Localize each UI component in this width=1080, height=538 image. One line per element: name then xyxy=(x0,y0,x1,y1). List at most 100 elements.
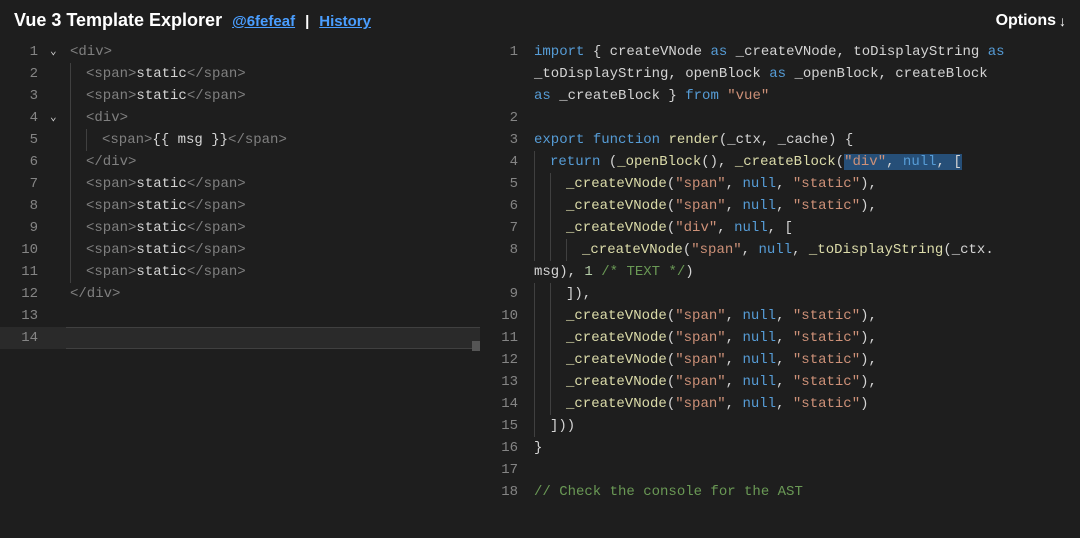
line-number: 2 xyxy=(480,107,530,129)
code-content[interactable]: as _createBlock } from "vue" xyxy=(530,85,1080,107)
code-content[interactable]: ]), xyxy=(530,283,1080,305)
code-line[interactable]: 14 _createVNode("span", null, "static") xyxy=(480,393,1080,415)
code-content[interactable]: _createVNode("span", null, "static"), xyxy=(530,371,1080,393)
code-content[interactable]: <span>static</span> xyxy=(66,195,480,217)
fold-icon xyxy=(50,261,66,283)
code-content[interactable]: msg), 1 /* TEXT */) xyxy=(530,261,1080,283)
fold-icon[interactable]: ⌄ xyxy=(50,41,66,63)
code-line[interactable]: 14 xyxy=(0,327,480,349)
line-number: 1 xyxy=(480,41,530,63)
line-number: 11 xyxy=(0,261,50,283)
line-number: 8 xyxy=(480,239,530,261)
code-line[interactable]: 1import { createVNode as _createVNode, t… xyxy=(480,41,1080,63)
commit-link[interactable]: @6fefeaf xyxy=(232,13,295,30)
code-line[interactable]: 2 xyxy=(480,107,1080,129)
code-line[interactable]: 7 <span>static</span> xyxy=(0,173,480,195)
code-line[interactable]: 2 <span>static</span> xyxy=(0,63,480,85)
line-number: 12 xyxy=(0,283,50,305)
code-line[interactable]: 4 return (_openBlock(), _createBlock("di… xyxy=(480,151,1080,173)
code-line[interactable]: 4⌄ <div> xyxy=(0,107,480,129)
code-content[interactable]: _createVNode("span", null, "static") xyxy=(530,393,1080,415)
code-content[interactable]: <span>static</span> xyxy=(66,217,480,239)
code-content[interactable]: ])) xyxy=(530,415,1080,437)
code-line[interactable]: 16} xyxy=(480,437,1080,459)
code-content[interactable]: export function render(_ctx, _cache) { xyxy=(530,129,1080,151)
line-number: 3 xyxy=(0,85,50,107)
code-line[interactable]: 11 <span>static</span> xyxy=(0,261,480,283)
code-content[interactable]: } xyxy=(530,437,1080,459)
code-line[interactable]: _toDisplayString, openBlock as _openBloc… xyxy=(480,63,1080,85)
code-line[interactable]: 3 <span>static</span> xyxy=(0,85,480,107)
code-line[interactable]: msg), 1 /* TEXT */) xyxy=(480,261,1080,283)
code-content[interactable]: import { createVNode as _createVNode, to… xyxy=(530,41,1080,63)
code-line[interactable]: 9 ]), xyxy=(480,283,1080,305)
code-content[interactable]: </div> xyxy=(66,151,480,173)
code-content[interactable]: <span>static</span> xyxy=(66,85,480,107)
code-line[interactable]: 5 _createVNode("span", null, "static"), xyxy=(480,173,1080,195)
code-line[interactable]: 12 </div> xyxy=(0,283,480,305)
fold-icon xyxy=(50,173,66,195)
code-line[interactable]: 6 _createVNode("span", null, "static"), xyxy=(480,195,1080,217)
code-content[interactable] xyxy=(66,327,480,349)
code-content[interactable]: // Check the console for the AST xyxy=(530,481,1080,503)
code-content[interactable]: _createVNode("span", null, "static"), xyxy=(530,305,1080,327)
code-line[interactable]: as _createBlock } from "vue" xyxy=(480,85,1080,107)
code-line[interactable]: 9 <span>static</span> xyxy=(0,217,480,239)
line-number: 7 xyxy=(480,217,530,239)
fold-icon[interactable]: ⌄ xyxy=(50,107,66,129)
code-line[interactable]: 18// Check the console for the AST xyxy=(480,481,1080,503)
code-content[interactable]: <span>static</span> xyxy=(66,63,480,85)
code-line[interactable]: 6 </div> xyxy=(0,151,480,173)
line-number: 11 xyxy=(480,327,530,349)
code-content[interactable]: return (_openBlock(), _createBlock("div"… xyxy=(530,151,1080,173)
fold-icon xyxy=(50,217,66,239)
code-content[interactable]: </div> xyxy=(66,283,480,305)
line-number: 9 xyxy=(0,217,50,239)
code-content[interactable]: _createVNode("span", null, "static"), xyxy=(530,195,1080,217)
code-content[interactable]: <div> xyxy=(66,107,480,129)
code-content[interactable] xyxy=(66,305,480,327)
template-editor[interactable]: 1⌄<div>2 <span>static</span>3 <span>stat… xyxy=(0,41,480,537)
line-number: 10 xyxy=(0,239,50,261)
code-content[interactable]: _createVNode("span", null, "static"), xyxy=(530,173,1080,195)
code-content[interactable]: <span>static</span> xyxy=(66,173,480,195)
scrollbar-marker xyxy=(472,341,480,351)
line-number: 4 xyxy=(480,151,530,173)
line-number: 1 xyxy=(0,41,50,63)
line-number: 18 xyxy=(480,481,530,503)
output-editor[interactable]: 1import { createVNode as _createVNode, t… xyxy=(480,41,1080,537)
code-content[interactable]: <span>static</span> xyxy=(66,261,480,283)
code-content[interactable] xyxy=(530,459,1080,481)
line-number xyxy=(480,261,530,283)
code-line[interactable]: 13 _createVNode("span", null, "static"), xyxy=(480,371,1080,393)
code-content[interactable]: _toDisplayString, openBlock as _openBloc… xyxy=(530,63,1080,85)
code-line[interactable]: 8 _createVNode("span", null, _toDisplayS… xyxy=(480,239,1080,261)
line-number: 12 xyxy=(480,349,530,371)
code-content[interactable]: <span>static</span> xyxy=(66,239,480,261)
history-link[interactable]: History xyxy=(319,13,371,30)
code-line[interactable]: 1⌄<div> xyxy=(0,41,480,63)
code-line[interactable]: 7 _createVNode("div", null, [ xyxy=(480,217,1080,239)
code-line[interactable]: 12 _createVNode("span", null, "static"), xyxy=(480,349,1080,371)
code-line[interactable]: 15 ])) xyxy=(480,415,1080,437)
code-line[interactable]: 8 <span>static</span> xyxy=(0,195,480,217)
code-content[interactable]: <span>{{ msg }}</span> xyxy=(66,129,480,151)
fold-icon xyxy=(50,85,66,107)
code-line[interactable]: 10 <span>static</span> xyxy=(0,239,480,261)
code-line[interactable]: 13 xyxy=(0,305,480,327)
code-content[interactable]: _createVNode("span", null, "static"), xyxy=(530,327,1080,349)
code-line[interactable]: 3export function render(_ctx, _cache) { xyxy=(480,129,1080,151)
code-line[interactable]: 10 _createVNode("span", null, "static"), xyxy=(480,305,1080,327)
line-number: 10 xyxy=(480,305,530,327)
line-number: 5 xyxy=(0,129,50,151)
code-content[interactable]: _createVNode("div", null, [ xyxy=(530,217,1080,239)
code-line[interactable]: 5 <span>{{ msg }}</span> xyxy=(0,129,480,151)
code-line[interactable]: 11 _createVNode("span", null, "static"), xyxy=(480,327,1080,349)
code-content[interactable] xyxy=(530,107,1080,129)
options-button[interactable]: Options ↓ xyxy=(996,12,1066,30)
code-content[interactable]: _createVNode("span", null, "static"), xyxy=(530,349,1080,371)
header: Vue 3 Template Explorer @6fefeaf | Histo… xyxy=(0,0,1080,41)
code-content[interactable]: _createVNode("span", null, _toDisplayStr… xyxy=(530,239,1080,261)
code-content[interactable]: <div> xyxy=(66,41,480,63)
code-line[interactable]: 17 xyxy=(480,459,1080,481)
